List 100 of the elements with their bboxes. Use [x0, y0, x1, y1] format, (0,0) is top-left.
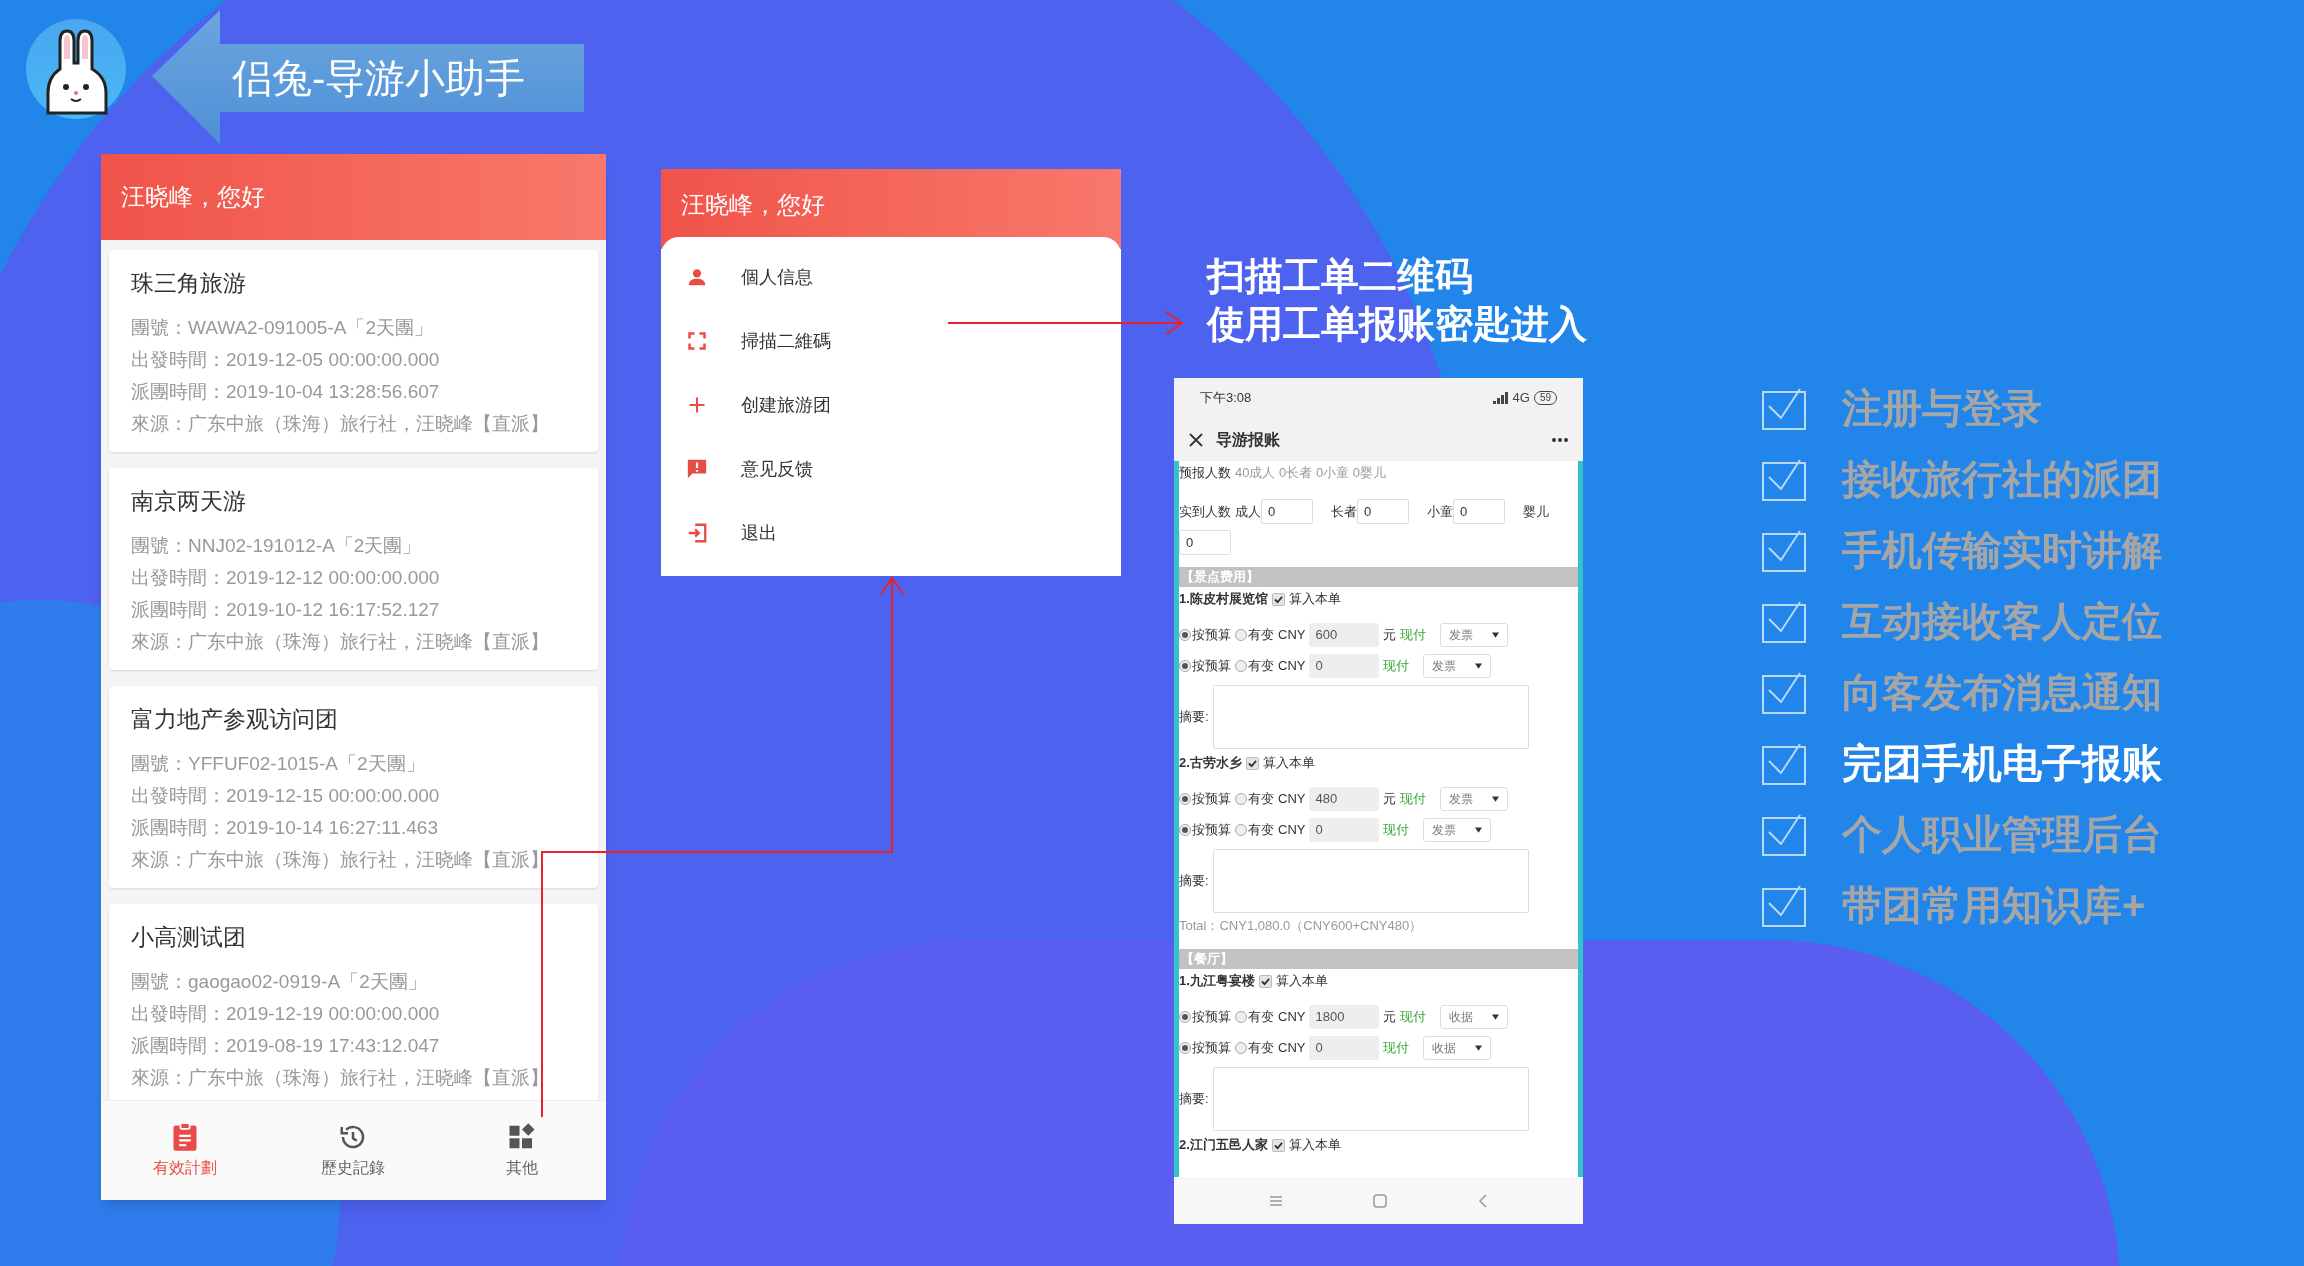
caret-icon	[1492, 631, 1500, 638]
signal-icon	[1492, 392, 1509, 404]
menu-item[interactable]: 掃描二維碼	[661, 309, 1121, 373]
menu-item[interactable]: 退出	[661, 501, 1121, 565]
caption-text: 使用工单报账密匙进入	[1207, 302, 1587, 347]
radio-button[interactable]	[1235, 823, 1247, 836]
radio-button[interactable]	[1179, 1041, 1191, 1054]
feature-item: 向客发布消息通知	[1842, 668, 2162, 716]
network-text: 4G	[1512, 389, 1530, 408]
page-title: 导游报账	[1216, 429, 1281, 450]
venue-name: 2.江门五邑人家	[1179, 1136, 1268, 1155]
radio-label: 按预算	[1192, 820, 1231, 839]
field-label: 实到人数	[1179, 502, 1231, 521]
tour-card[interactable]: 富力地产参观访问团 團號：YFFUF02-1015-A「2天團」 出發時間：2019-12-15 00:00:00.000 派團時間：2019-10-14 16:27:11.463 來源：广东中旅（珠海）旅行社，汪晓峰【直派】	[109, 686, 598, 888]
tour-detail: 出發時間：2019-12-19 00:00:00.000	[131, 1002, 441, 1026]
receipt-select[interactable]: 发票	[1440, 622, 1509, 647]
field-label: 小童	[1427, 502, 1453, 521]
menu-item[interactable]: 個人信息	[661, 245, 1121, 309]
currency-label: CNY	[1278, 820, 1306, 839]
field-label: 摘要:	[1179, 872, 1209, 891]
tour-detail: 派團時間：2019-10-12 16:17:52.127	[131, 598, 441, 622]
count-input[interactable]: 0	[1453, 499, 1505, 524]
amount-input[interactable]: 1800	[1309, 1004, 1380, 1029]
tour-card[interactable]: 南京两天游 團號：NNJ02-191012-A「2天團」 出發時間：2019-12-12 00:00:00.000 派團時間：2019-10-12 16:17:52.127 來源：广东中旅（珠海）旅行社，汪晓峰【直派】	[109, 468, 598, 670]
tour-detail: 出發時間：2019-12-12 00:00:00.000	[131, 566, 441, 590]
close-icon[interactable]	[1188, 431, 1204, 448]
checkbox-label: 算入本单	[1288, 590, 1341, 609]
radio-button[interactable]	[1179, 792, 1191, 805]
field-label: 摘要:	[1179, 708, 1209, 727]
feature-item: 个人职业管理后台	[1842, 810, 2162, 858]
home-icon[interactable]	[1373, 1193, 1388, 1208]
tour-detail: 派團時間：2019-08-19 17:43:12.047	[131, 1034, 441, 1058]
count-input[interactable]: 0	[1179, 530, 1231, 555]
amount-input[interactable]: 0	[1309, 653, 1380, 678]
checkbox[interactable]	[1245, 756, 1259, 770]
radio-button[interactable]	[1179, 823, 1191, 836]
radio-button[interactable]	[1235, 1010, 1247, 1023]
receipt-select[interactable]: 发票	[1423, 817, 1492, 842]
currency-label: CNY	[1278, 625, 1306, 644]
tour-detail: 出發時間：2019-12-05 00:00:00.000	[131, 348, 441, 372]
nav-tab[interactable]: 其他	[437, 1101, 606, 1200]
receipt-select[interactable]: 收据	[1440, 1004, 1509, 1029]
receipt-select[interactable]: 发票	[1440, 786, 1509, 811]
greeting-text: 汪晓峰，您好	[121, 182, 265, 212]
checkbox[interactable]	[1271, 592, 1285, 606]
feature-item: 带团常用知识库+	[1842, 881, 2146, 929]
radio-button[interactable]	[1235, 628, 1247, 641]
currency-label: CNY	[1278, 1038, 1306, 1057]
tour-detail: 派團時間：2019-10-14 16:27:11.463	[131, 816, 439, 840]
amount-input[interactable]: 0	[1309, 1035, 1380, 1060]
feature-item: 手机传输实时讲解	[1842, 526, 2162, 574]
tour-name: 珠三角旅游	[131, 269, 247, 298]
radio-button[interactable]	[1235, 1041, 1247, 1054]
nav-tab[interactable]: 有效計劃	[101, 1101, 270, 1200]
count-input[interactable]: 0	[1357, 499, 1409, 524]
greeting-text: 汪晓峰，您好	[681, 190, 825, 220]
radio-label: 有变	[1248, 789, 1274, 808]
count-input[interactable]: 0	[1261, 499, 1313, 524]
back-icon[interactable]	[1477, 1193, 1488, 1208]
checkbox[interactable]	[1271, 1138, 1285, 1152]
amount-input[interactable]: 480	[1309, 786, 1380, 811]
feature-item: 互动接收客人定位	[1842, 597, 2162, 645]
tour-detail: 團號：gaogao02-0919-A「2天團」	[131, 970, 428, 994]
field-label: 婴儿	[1523, 502, 1549, 521]
tour-card[interactable]: 珠三角旅游 團號：WAWA2-091005-A「2天團」 出發時間：2019-12-05 00:00:00.000 派團時間：2019-10-04 13:28:56.607 來源：广东中旅（珠海）旅行社，汪晓峰【直派】	[109, 250, 598, 452]
radio-button[interactable]	[1179, 1010, 1191, 1023]
field-label: 预报人数	[1179, 464, 1231, 483]
check-icon	[1260, 976, 1270, 986]
payment-label: 现付	[1383, 820, 1410, 839]
radio-label: 有变	[1248, 820, 1274, 839]
radio-label: 有变	[1248, 1007, 1274, 1026]
radio-button[interactable]	[1179, 659, 1191, 672]
checkbox-label: 算入本单	[1275, 972, 1328, 991]
amount-input[interactable]: 0	[1309, 817, 1380, 842]
payment-label: 现付	[1383, 656, 1410, 675]
payment-label: 现付	[1400, 625, 1427, 644]
radio-label: 有变	[1248, 656, 1274, 675]
radio-button[interactable]	[1235, 792, 1247, 805]
scan-icon	[685, 331, 709, 351]
menu-item[interactable]: 意见反馈	[661, 437, 1121, 501]
radio-button[interactable]	[1235, 659, 1247, 672]
more-icon[interactable]	[1551, 436, 1569, 443]
radio-label: 有变	[1248, 1038, 1274, 1057]
receipt-select[interactable]: 发票	[1423, 653, 1492, 678]
caption-text: 扫描工单二维码	[1207, 254, 1474, 299]
tour-card[interactable]: 小高测试团 團號：gaogao02-0919-A「2天團」 出發時間：2019-12-19 00:00:00.000 派團時間：2019-08-19 17:43:12.047 來源：广东中旅（珠海）旅行社，汪晓峰【直派】	[109, 904, 598, 1100]
radio-button[interactable]	[1179, 628, 1191, 641]
checkbox[interactable]	[1258, 974, 1272, 988]
amount-input[interactable]: 600	[1309, 622, 1380, 647]
feature-item: 接收旅行社的派团	[1842, 455, 2162, 503]
clipboard-icon	[171, 1121, 200, 1152]
field-label: 成人	[1235, 502, 1261, 521]
receipt-select[interactable]: 收据	[1423, 1035, 1492, 1060]
tour-name: 富力地产参观访问团	[131, 705, 339, 734]
caret-icon	[1492, 795, 1500, 802]
menu-item[interactable]: 创建旅游团	[661, 373, 1121, 437]
check-icon	[1273, 1140, 1283, 1150]
checkbox-label: 算入本单	[1262, 754, 1315, 773]
feedback-icon	[685, 458, 709, 480]
nav-tab[interactable]: 歷史記錄	[269, 1101, 438, 1200]
